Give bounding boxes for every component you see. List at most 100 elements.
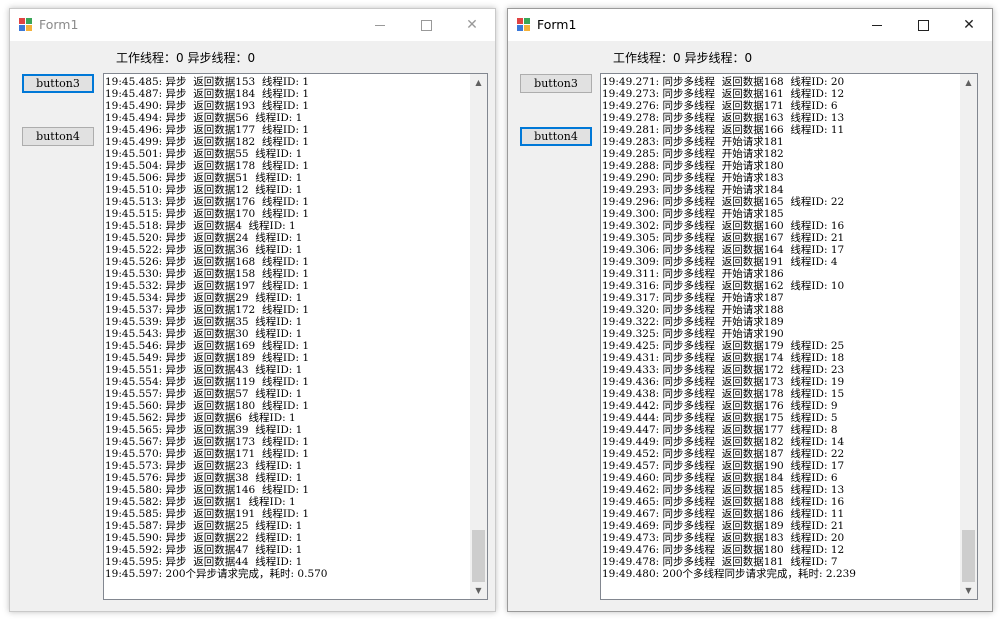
log-line: 19:45.487: 异步 返回数据184 线程ID: 1 [105,88,310,100]
log-line: 19:45.522: 异步 返回数据36 线程ID: 1 [105,244,303,256]
log-line: 19:45.597: 200个异步请求完成，耗时: 0.570 [105,568,328,580]
minimize-icon[interactable] [854,9,900,41]
close-icon[interactable]: ✕ [449,9,495,41]
form1-window-left: Form1 ✕ 工作线程：0 异步线程：0 button3 button4 19… [9,8,496,612]
log-line: 19:49.478: 同步多线程 返回数据181 线程ID: 7 [602,556,838,568]
maximize-icon[interactable] [900,9,946,41]
log-line: 19:49.290: 同步多线程 开始请求183 [602,172,784,184]
scroll-down-arrow-icon[interactable]: ▼ [470,582,487,599]
maximize-icon[interactable] [403,9,449,41]
window-title: Form1 [39,17,79,32]
minimize-icon[interactable] [357,9,403,41]
log-line: 19:49.462: 同步多线程 返回数据185 线程ID: 13 [602,484,845,496]
log-line: 19:45.570: 异步 返回数据171 线程ID: 1 [105,448,310,460]
log-line: 19:49.271: 同步多线程 返回数据168 线程ID: 20 [602,76,845,88]
log-line: 19:45.582: 异步 返回数据1 线程ID: 1 [105,496,296,508]
log-line: 19:45.520: 异步 返回数据24 线程ID: 1 [105,232,303,244]
log-line: 19:45.518: 异步 返回数据4 线程ID: 1 [105,220,296,232]
log-textbox[interactable]: 19:45.485: 异步 返回数据153 线程ID: 1 19:45.487: … [103,73,488,600]
log-line: 19:49.469: 同步多线程 返回数据189 线程ID: 21 [602,520,845,532]
log-line: 19:49.476: 同步多线程 返回数据180 线程ID: 12 [602,544,845,556]
log-line: 19:49.438: 同步多线程 返回数据178 线程ID: 15 [602,388,845,400]
log-line: 19:49.302: 同步多线程 返回数据160 线程ID: 16 [602,220,845,232]
log-line: 19:45.573: 异步 返回数据23 线程ID: 1 [105,460,303,472]
log-line: 19:45.499: 异步 返回数据182 线程ID: 1 [105,136,310,148]
log-line: 19:45.587: 异步 返回数据25 线程ID: 1 [105,520,303,532]
log-line: 19:45.562: 异步 返回数据6 线程ID: 1 [105,412,296,424]
log-line: 19:45.515: 异步 返回数据170 线程ID: 1 [105,208,310,220]
vertical-scrollbar[interactable]: ▲ ▼ [960,74,977,599]
log-line: 19:49.316: 同步多线程 返回数据162 线程ID: 10 [602,280,845,292]
log-line: 19:49.273: 同步多线程 返回数据161 线程ID: 12 [602,88,845,100]
log-line: 19:45.496: 异步 返回数据177 线程ID: 1 [105,124,310,136]
log-line: 19:45.526: 异步 返回数据168 线程ID: 1 [105,256,310,268]
log-line: 19:45.546: 异步 返回数据169 线程ID: 1 [105,340,310,352]
scroll-up-arrow-icon[interactable]: ▲ [470,74,487,91]
scroll-up-arrow-icon[interactable]: ▲ [960,74,977,91]
button3[interactable]: button3 [22,74,94,93]
log-line: 19:49.281: 同步多线程 返回数据166 线程ID: 11 [602,124,845,136]
log-line: 19:49.296: 同步多线程 返回数据165 线程ID: 22 [602,196,845,208]
log-line: 19:49.436: 同步多线程 返回数据173 线程ID: 19 [602,376,845,388]
log-line: 19:45.557: 异步 返回数据57 线程ID: 1 [105,388,303,400]
scroll-down-arrow-icon[interactable]: ▼ [960,582,977,599]
log-line: 19:49.431: 同步多线程 返回数据174 线程ID: 18 [602,352,845,364]
vertical-scrollbar[interactable]: ▲ ▼ [470,74,487,599]
log-line: 19:45.554: 异步 返回数据119 线程ID: 1 [105,376,310,388]
log-textbox[interactable]: 19:49.271: 同步多线程 返回数据168 线程ID: 20 19:49.2… [600,73,978,600]
log-line: 19:49.278: 同步多线程 返回数据163 线程ID: 13 [602,112,845,124]
log-line: 19:45.513: 异步 返回数据176 线程ID: 1 [105,196,310,208]
log-line: 19:49.425: 同步多线程 返回数据179 线程ID: 25 [602,340,845,352]
log-line: 19:49.311: 同步多线程 开始请求186 [602,268,784,280]
log-line: 19:45.530: 异步 返回数据158 线程ID: 1 [105,268,310,280]
log-line: 19:45.580: 异步 返回数据146 线程ID: 1 [105,484,310,496]
log-line: 19:49.467: 同步多线程 返回数据186 线程ID: 11 [602,508,845,520]
log-line: 19:45.506: 异步 返回数据51 线程ID: 1 [105,172,303,184]
log-line: 19:49.449: 同步多线程 返回数据182 线程ID: 14 [602,436,845,448]
log-line: 19:49.442: 同步多线程 返回数据176 线程ID: 9 [602,400,838,412]
log-line: 19:45.592: 异步 返回数据47 线程ID: 1 [105,544,303,556]
title-bar[interactable]: Form1 ✕ [10,9,495,41]
log-line: 19:49.309: 同步多线程 返回数据191 线程ID: 4 [602,256,838,268]
log-line: 19:45.537: 异步 返回数据172 线程ID: 1 [105,304,310,316]
log-line: 19:45.543: 异步 返回数据30 线程ID: 1 [105,328,303,340]
log-line: 19:45.576: 异步 返回数据38 线程ID: 1 [105,472,303,484]
log-line: 19:45.539: 异步 返回数据35 线程ID: 1 [105,316,303,328]
log-line: 19:49.452: 同步多线程 返回数据187 线程ID: 22 [602,448,845,460]
form-app-icon [19,18,33,32]
thread-status-label: 工作线程：0 异步线程：0 [613,51,753,65]
log-line: 19:45.485: 异步 返回数据153 线程ID: 1 [105,76,310,88]
log-line: 19:49.460: 同步多线程 返回数据184 线程ID: 6 [602,472,838,484]
log-line: 19:45.567: 异步 返回数据173 线程ID: 1 [105,436,310,448]
form1-window-right: Form1 ✕ 工作线程：0 异步线程：0 button3 button4 19… [507,8,993,612]
log-line: 19:49.480: 200个多线程同步请求完成，耗时: 2.239 [602,568,856,580]
log-line: 19:49.457: 同步多线程 返回数据190 线程ID: 17 [602,460,845,472]
button3[interactable]: button3 [520,74,592,93]
log-line: 19:45.595: 异步 返回数据44 线程ID: 1 [105,556,303,568]
log-line: 19:45.504: 异步 返回数据178 线程ID: 1 [105,160,310,172]
button4[interactable]: button4 [22,127,94,146]
title-bar[interactable]: Form1 ✕ [508,9,992,41]
log-line: 19:49.317: 同步多线程 开始请求187 [602,292,784,304]
button4[interactable]: button4 [520,127,592,146]
thread-status-label: 工作线程：0 异步线程：0 [116,51,256,65]
log-line: 19:49.447: 同步多线程 返回数据177 线程ID: 8 [602,424,838,436]
log-line: 19:49.322: 同步多线程 开始请求189 [602,316,784,328]
log-line: 19:45.549: 异步 返回数据189 线程ID: 1 [105,352,310,364]
scroll-thumb[interactable] [962,530,975,582]
log-line: 19:49.465: 同步多线程 返回数据188 线程ID: 16 [602,496,845,508]
scroll-thumb[interactable] [472,530,485,582]
log-line: 19:49.325: 同步多线程 开始请求190 [602,328,784,340]
close-icon[interactable]: ✕ [946,9,992,41]
log-line: 19:45.501: 异步 返回数据55 线程ID: 1 [105,148,303,160]
log-line: 19:49.285: 同步多线程 开始请求182 [602,148,784,160]
log-line: 19:45.560: 异步 返回数据180 线程ID: 1 [105,400,310,412]
log-line: 19:49.293: 同步多线程 开始请求184 [602,184,784,196]
log-line: 19:45.494: 异步 返回数据56 线程ID: 1 [105,112,303,124]
window-title: Form1 [537,17,577,32]
log-line: 19:49.444: 同步多线程 返回数据175 线程ID: 5 [602,412,838,424]
log-line: 19:45.590: 异步 返回数据22 线程ID: 1 [105,532,303,544]
log-line: 19:49.276: 同步多线程 返回数据171 线程ID: 6 [602,100,838,112]
log-line: 19:45.585: 异步 返回数据191 线程ID: 1 [105,508,310,520]
log-line: 19:49.433: 同步多线程 返回数据172 线程ID: 23 [602,364,845,376]
